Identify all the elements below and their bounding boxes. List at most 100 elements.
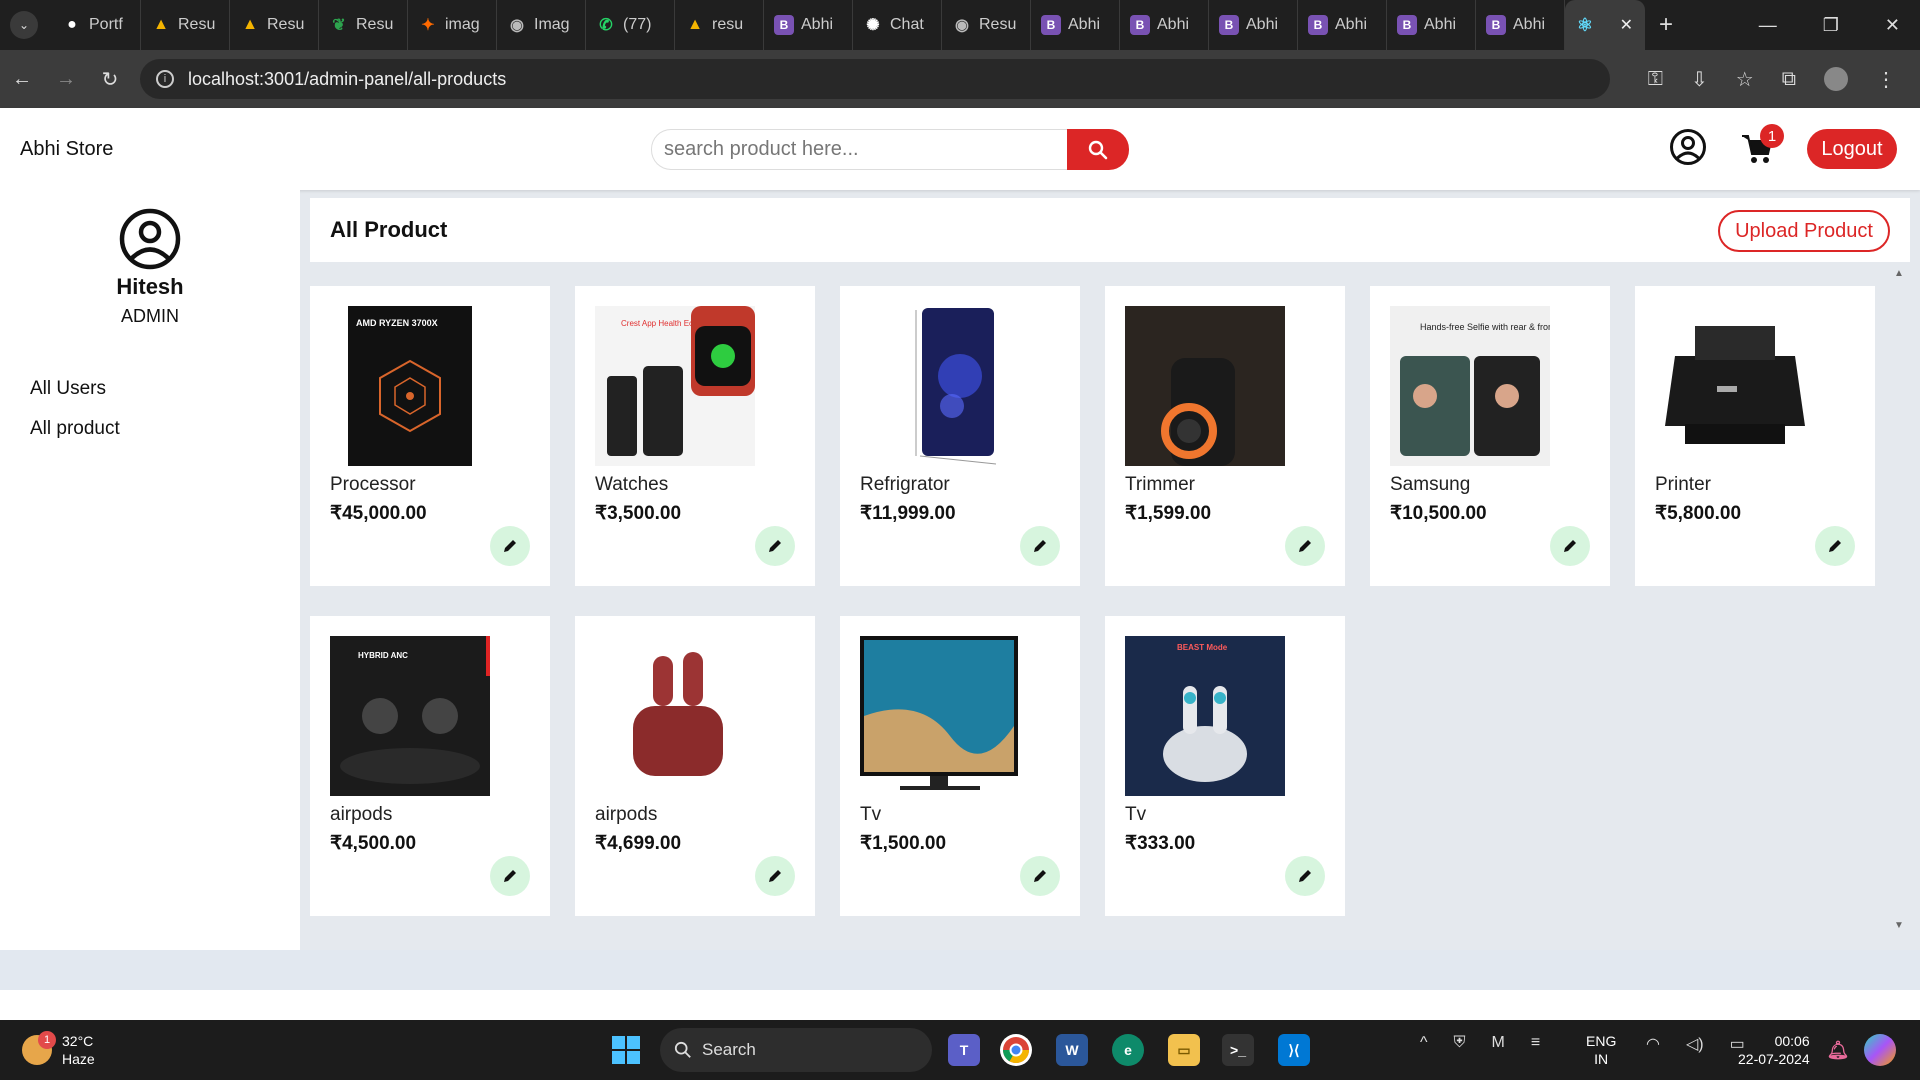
browser-tab[interactable]: ◉ Resu: [942, 0, 1031, 50]
edit-product-button[interactable]: [1285, 526, 1325, 566]
tab-active[interactable]: ⚛ ✕: [1565, 0, 1645, 50]
browser-tab[interactable]: B Abhi: [1387, 0, 1476, 50]
taskbar-search[interactable]: Search: [660, 1028, 932, 1072]
tab-search-icon[interactable]: ⌄: [10, 11, 38, 39]
site-info-icon[interactable]: i: [156, 70, 174, 88]
browser-tab[interactable]: ✆ (77): [586, 0, 675, 50]
reload-icon[interactable]: ↻: [88, 67, 132, 92]
product-image-refrigerator: [860, 306, 1020, 466]
upload-product-button[interactable]: Upload Product: [1718, 210, 1890, 252]
defender-icon[interactable]: ⛨: [1454, 1034, 1466, 1052]
edit-product-button[interactable]: [1550, 526, 1590, 566]
tab-label: imag: [445, 16, 480, 33]
url-text[interactable]: localhost:3001/admin-panel/all-products: [188, 69, 506, 90]
bookmark-star-icon[interactable]: ☆: [1736, 67, 1754, 92]
tab-label: Portf: [89, 16, 123, 33]
logout-button[interactable]: Logout: [1807, 129, 1897, 169]
volume-icon[interactable]: ◁): [1686, 1034, 1704, 1054]
browser-menu-icon[interactable]: ⋮: [1876, 67, 1896, 92]
close-tab-icon[interactable]: ✕: [1620, 15, 1633, 35]
install-app-icon[interactable]: ⇩: [1691, 67, 1708, 92]
browser-tab[interactable]: ◉ Imag: [497, 0, 586, 50]
sidebar-link-all-product[interactable]: All product: [30, 418, 120, 440]
edit-product-button[interactable]: [1020, 856, 1060, 896]
clock[interactable]: 00:06 22-07-2024: [1738, 1032, 1810, 1068]
profile-avatar[interactable]: [1824, 67, 1848, 91]
pencil-icon: [769, 540, 781, 552]
sidebar-link-all-users[interactable]: All Users: [30, 378, 106, 400]
browser-tab[interactable]: ✦ imag: [408, 0, 497, 50]
extensions-icon[interactable]: ⧉: [1782, 68, 1796, 91]
browser-tab[interactable]: ❦ Resu: [319, 0, 408, 50]
edit-product-button[interactable]: [1815, 526, 1855, 566]
product-image-tv: [860, 636, 1020, 796]
restore-icon[interactable]: ❐: [1823, 15, 1839, 36]
browser-tab[interactable]: B Abhi: [1476, 0, 1565, 50]
new-tab-icon[interactable]: +: [1659, 11, 1673, 39]
product-name: Refrigrator: [860, 474, 950, 495]
store-logo[interactable]: Abhi Store: [20, 138, 113, 161]
edit-product-button[interactable]: [755, 856, 795, 896]
language-indicator[interactable]: ENG IN: [1586, 1032, 1616, 1068]
product-image-watches: Crest App Health Ecosystem: [595, 306, 755, 466]
clock-date: 22-07-2024: [1738, 1051, 1810, 1067]
whatsapp-icon: ✆: [599, 17, 613, 34]
minimize-icon[interactable]: —: [1759, 15, 1777, 36]
search-button[interactable]: [1067, 129, 1129, 170]
wifi-icon[interactable]: ◠: [1646, 1034, 1660, 1054]
address-bar-row: ← → ↻ i localhost:3001/admin-panel/all-p…: [0, 50, 1920, 108]
taskbar-search-label: Search: [702, 1040, 756, 1059]
edit-product-button[interactable]: [1285, 856, 1325, 896]
windows-taskbar: 1 32°C Haze Search T W e ▭ >_ ⟩⟨ ^ ⛨ M ≡…: [0, 1020, 1920, 1080]
browser-tab[interactable]: B Abhi: [1298, 0, 1387, 50]
word-icon[interactable]: W: [1056, 1034, 1088, 1066]
chrome-icon[interactable]: [1000, 1034, 1032, 1066]
gmail-icon[interactable]: M: [1492, 1034, 1505, 1052]
tab-strip: ● Portf ▲ Resu ▲ Resu ❦ Resu ✦ imag ◉ Imag ✆ (77) ▲ res…: [52, 0, 1565, 50]
edit-product-button[interactable]: [1020, 526, 1060, 566]
edit-product-button[interactable]: [755, 526, 795, 566]
browser-tab[interactable]: B Abhi: [1120, 0, 1209, 50]
drive-icon: ▲: [242, 16, 258, 33]
browser-tab[interactable]: ✺ Chat: [853, 0, 942, 50]
tray-chevron-icon[interactable]: ^: [1420, 1034, 1428, 1052]
chatgpt-icon: ✺: [866, 17, 880, 34]
notes-icon[interactable]: ≡: [1531, 1034, 1540, 1052]
close-window-icon[interactable]: ✕: [1885, 15, 1900, 36]
search-bar: [651, 129, 1129, 170]
browser-tab[interactable]: B Abhi: [764, 0, 853, 50]
scroll-up-arrow-icon[interactable]: ▲: [1894, 268, 1904, 279]
browser-tab[interactable]: B Abhi: [1209, 0, 1298, 50]
notification-bell-icon[interactable]: 🔔︎: [1822, 1034, 1854, 1066]
browser-tab[interactable]: ▲ Resu: [230, 0, 319, 50]
browser-tab[interactable]: ▲ resu: [675, 0, 764, 50]
product-price: ₹4,699.00: [595, 833, 682, 854]
file-explorer-icon[interactable]: ▭: [1168, 1034, 1200, 1066]
edit-product-button[interactable]: [490, 526, 530, 566]
user-profile-icon[interactable]: [1669, 128, 1707, 166]
search-input[interactable]: [651, 129, 1067, 170]
back-icon[interactable]: ←: [0, 68, 44, 91]
password-key-icon[interactable]: ⚿: [1648, 68, 1663, 91]
edit-product-button[interactable]: [490, 856, 530, 896]
forward-icon[interactable]: →: [44, 68, 88, 91]
drive-icon: ▲: [153, 16, 169, 33]
weather-widget[interactable]: 1 32°C Haze: [22, 1031, 95, 1068]
temperature: 32°C: [62, 1033, 94, 1049]
search-icon: [674, 1041, 691, 1058]
copilot-icon[interactable]: [1864, 1034, 1896, 1066]
browser-tab[interactable]: B Abhi: [1031, 0, 1120, 50]
windows-start-icon[interactable]: [612, 1036, 640, 1064]
edge-icon[interactable]: e: [1112, 1034, 1144, 1066]
scroll-down-arrow-icon[interactable]: ▼: [1894, 920, 1904, 931]
browser-tab[interactable]: ▲ Resu: [141, 0, 230, 50]
pencil-icon: [504, 540, 516, 552]
terminal-icon[interactable]: >_: [1222, 1034, 1254, 1066]
product-card: Hands-free Selfie with rear & front came…: [1370, 286, 1610, 586]
browser-tab[interactable]: ● Portf: [52, 0, 141, 50]
product-image-printer: [1655, 306, 1815, 466]
vscode-icon[interactable]: ⟩⟨: [1278, 1034, 1310, 1066]
teams-icon[interactable]: T: [948, 1034, 980, 1066]
omnibox[interactable]: i localhost:3001/admin-panel/all-product…: [140, 59, 1610, 99]
product-name: Tv: [860, 804, 882, 825]
